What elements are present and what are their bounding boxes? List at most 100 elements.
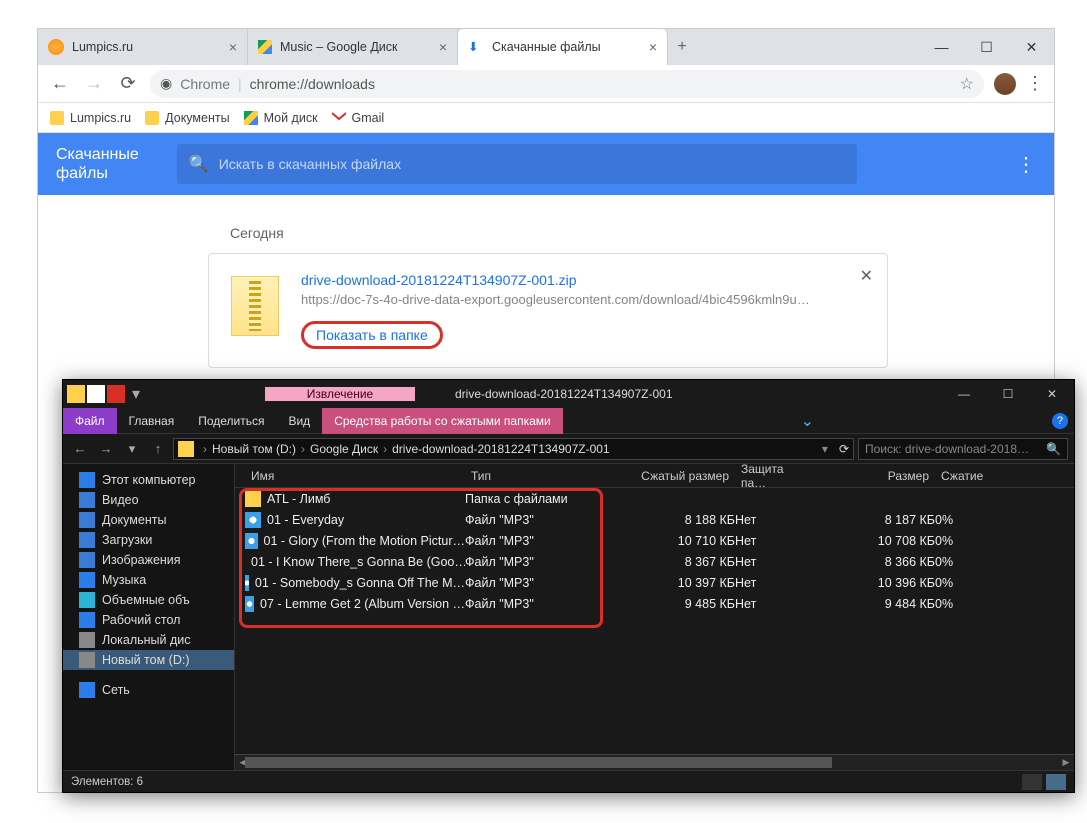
- col-size[interactable]: Размер: [815, 469, 935, 483]
- nav-up-button[interactable]: ↑: [147, 441, 169, 456]
- breadcrumb-segment[interactable]: Новый том (D:): [212, 442, 296, 456]
- qat-dropdown[interactable]: ▾: [127, 385, 145, 403]
- file-row[interactable]: 01 - Somebody_s Gonna Off The M…Файл "MP…: [235, 572, 1074, 593]
- sidebar-item-label: Локальный дис: [102, 633, 191, 647]
- close-button[interactable]: ✕: [1030, 380, 1074, 408]
- maximize-button[interactable]: ☐: [986, 380, 1030, 408]
- star-icon[interactable]: ☆: [960, 74, 974, 94]
- sidebar-item-icon: [79, 612, 95, 628]
- sidebar-item-icon: [79, 592, 95, 608]
- col-protection[interactable]: Защита па…: [735, 464, 815, 490]
- bookmark-lumpics[interactable]: Lumpics.ru: [50, 111, 131, 125]
- download-filename-link[interactable]: drive-download-20181224T134907Z-001.zip: [301, 272, 865, 288]
- maximize-button[interactable]: ☐: [964, 29, 1009, 65]
- file-compression: 0%: [935, 597, 995, 611]
- breadcrumb-segment[interactable]: drive-download-20181224T134907Z-001: [392, 442, 610, 456]
- nav-forward-button[interactable]: →: [95, 441, 117, 456]
- col-name[interactable]: Имя: [245, 469, 465, 483]
- sidebar-item[interactable]: Изображения: [63, 550, 234, 570]
- chrome-menu-button[interactable]: ⋮: [1026, 73, 1044, 94]
- file-type: Папка с файлами: [465, 492, 615, 506]
- downloads-menu-button[interactable]: ⋮: [1016, 152, 1036, 177]
- minimize-button[interactable]: —: [942, 380, 986, 408]
- forward-button[interactable]: →: [82, 72, 106, 96]
- col-compression[interactable]: Сжатие: [935, 469, 995, 483]
- bookmark-drive[interactable]: Мой диск: [244, 111, 318, 125]
- ribbon-tab-compressed-tools[interactable]: Средства работы со сжатыми папками: [322, 408, 563, 434]
- sidebar-item[interactable]: Загрузки: [63, 530, 234, 550]
- reload-button[interactable]: ⟳: [116, 72, 140, 96]
- tab-label: Lumpics.ru: [72, 40, 133, 54]
- col-compressed-size[interactable]: Сжатый размер: [615, 469, 735, 483]
- ribbon-tab-share[interactable]: Поделиться: [186, 408, 276, 434]
- ribbon-expand-button[interactable]: ⌄: [795, 411, 819, 431]
- file-name: 07 - Lemme Get 2 (Album Version …: [260, 597, 465, 611]
- file-compression: 0%: [935, 513, 995, 527]
- close-icon[interactable]: ×: [439, 39, 447, 55]
- ribbon-tab-home[interactable]: Главная: [117, 408, 187, 434]
- breadcrumb-segment[interactable]: Google Диск: [310, 442, 378, 456]
- tab-lumpics[interactable]: Lumpics.ru ×: [38, 29, 248, 65]
- view-thumbnails-button[interactable]: [1046, 774, 1066, 790]
- nav-recent-dropdown[interactable]: ▾: [121, 441, 143, 457]
- horizontal-scrollbar[interactable]: ◀ ▶: [235, 754, 1074, 770]
- close-icon[interactable]: ×: [649, 39, 657, 55]
- col-type[interactable]: Тип: [465, 469, 615, 483]
- minimize-button[interactable]: —: [919, 29, 964, 65]
- search-input[interactable]: [219, 156, 845, 172]
- file-row[interactable]: 07 - Lemme Get 2 (Album Version …Файл "M…: [235, 593, 1074, 614]
- file-protection: Нет: [735, 534, 815, 548]
- bookmark-gmail[interactable]: Gmail: [332, 111, 385, 125]
- qat-item[interactable]: [107, 385, 125, 403]
- sidebar-item[interactable]: Этот компьютер: [63, 470, 234, 490]
- downloads-body: Сегодня drive-download-20181224T134907Z-…: [38, 195, 1054, 368]
- sidebar-item[interactable]: Локальный дис: [63, 630, 234, 650]
- sidebar-item[interactable]: Новый том (D:): [63, 650, 234, 670]
- file-type: Файл "MP3": [465, 597, 615, 611]
- close-button[interactable]: ✕: [1009, 29, 1054, 65]
- explorer-titlebar[interactable]: ▾ Извлечение drive-download-20181224T134…: [63, 380, 1074, 408]
- bookmark-documents[interactable]: Документы: [145, 111, 229, 125]
- file-row[interactable]: 01 - Glory (From the Motion Pictur…Файл …: [235, 530, 1074, 551]
- sidebar-item[interactable]: Музыка: [63, 570, 234, 590]
- file-row[interactable]: ATL - ЛимбПапка с файлами: [235, 488, 1074, 509]
- profile-avatar[interactable]: [994, 73, 1016, 95]
- file-row[interactable]: 01 - I Know There_s Gonna Be (Goo…Файл "…: [235, 551, 1074, 572]
- show-in-folder-link[interactable]: Показать в папке: [301, 321, 443, 349]
- refresh-button[interactable]: ⟳: [839, 442, 849, 456]
- sidebar-item[interactable]: Объемные объ: [63, 590, 234, 610]
- nav-back-button[interactable]: ←: [69, 441, 91, 456]
- sidebar-item[interactable]: Видео: [63, 490, 234, 510]
- chrome-tab-strip: Lumpics.ru × Music – Google Диск × ⬇ Ска…: [38, 29, 1054, 65]
- ribbon-tab-view[interactable]: Вид: [276, 408, 322, 434]
- downloads-search[interactable]: 🔍: [177, 144, 857, 184]
- sidebar-item[interactable]: Сеть: [63, 680, 234, 700]
- help-icon[interactable]: ?: [1052, 413, 1068, 429]
- tab-label: Скачанные файлы: [492, 40, 601, 54]
- explorer-search[interactable]: Поиск: drive-download-2018… 🔍: [858, 438, 1068, 460]
- mp3-icon: [245, 533, 258, 549]
- chrome-product-icon: ◉: [160, 75, 172, 92]
- sidebar-item-icon: [79, 552, 95, 568]
- tab-downloads[interactable]: ⬇ Скачанные файлы ×: [458, 29, 668, 65]
- file-type: Файл "MP3": [465, 555, 615, 569]
- remove-download-button[interactable]: ✕: [860, 266, 873, 286]
- sidebar-item-icon: [79, 532, 95, 548]
- view-details-button[interactable]: [1022, 774, 1042, 790]
- omnibox-prefix: Chrome: [180, 76, 230, 92]
- qat-item[interactable]: [87, 385, 105, 403]
- scroll-thumb[interactable]: [245, 757, 832, 768]
- ribbon-tab-file[interactable]: Файл: [63, 408, 117, 434]
- file-name: 01 - Somebody_s Gonna Off The M…: [255, 576, 465, 590]
- scroll-right-arrow[interactable]: ▶: [1058, 755, 1074, 770]
- file-protection: Нет: [735, 597, 815, 611]
- file-row[interactable]: 01 - EverydayФайл "MP3"8 188 КБНет8 187 …: [235, 509, 1074, 530]
- sidebar-item[interactable]: Рабочий стол: [63, 610, 234, 630]
- sidebar-item[interactable]: Документы: [63, 510, 234, 530]
- new-tab-button[interactable]: +: [668, 29, 696, 65]
- omnibox[interactable]: ◉ Chrome | chrome://downloads ☆: [150, 70, 984, 98]
- back-button[interactable]: ←: [48, 72, 72, 96]
- close-icon[interactable]: ×: [229, 39, 237, 55]
- address-breadcrumb[interactable]: › Новый том (D:) › Google Диск › drive-d…: [173, 438, 854, 460]
- tab-google-drive[interactable]: Music – Google Диск ×: [248, 29, 458, 65]
